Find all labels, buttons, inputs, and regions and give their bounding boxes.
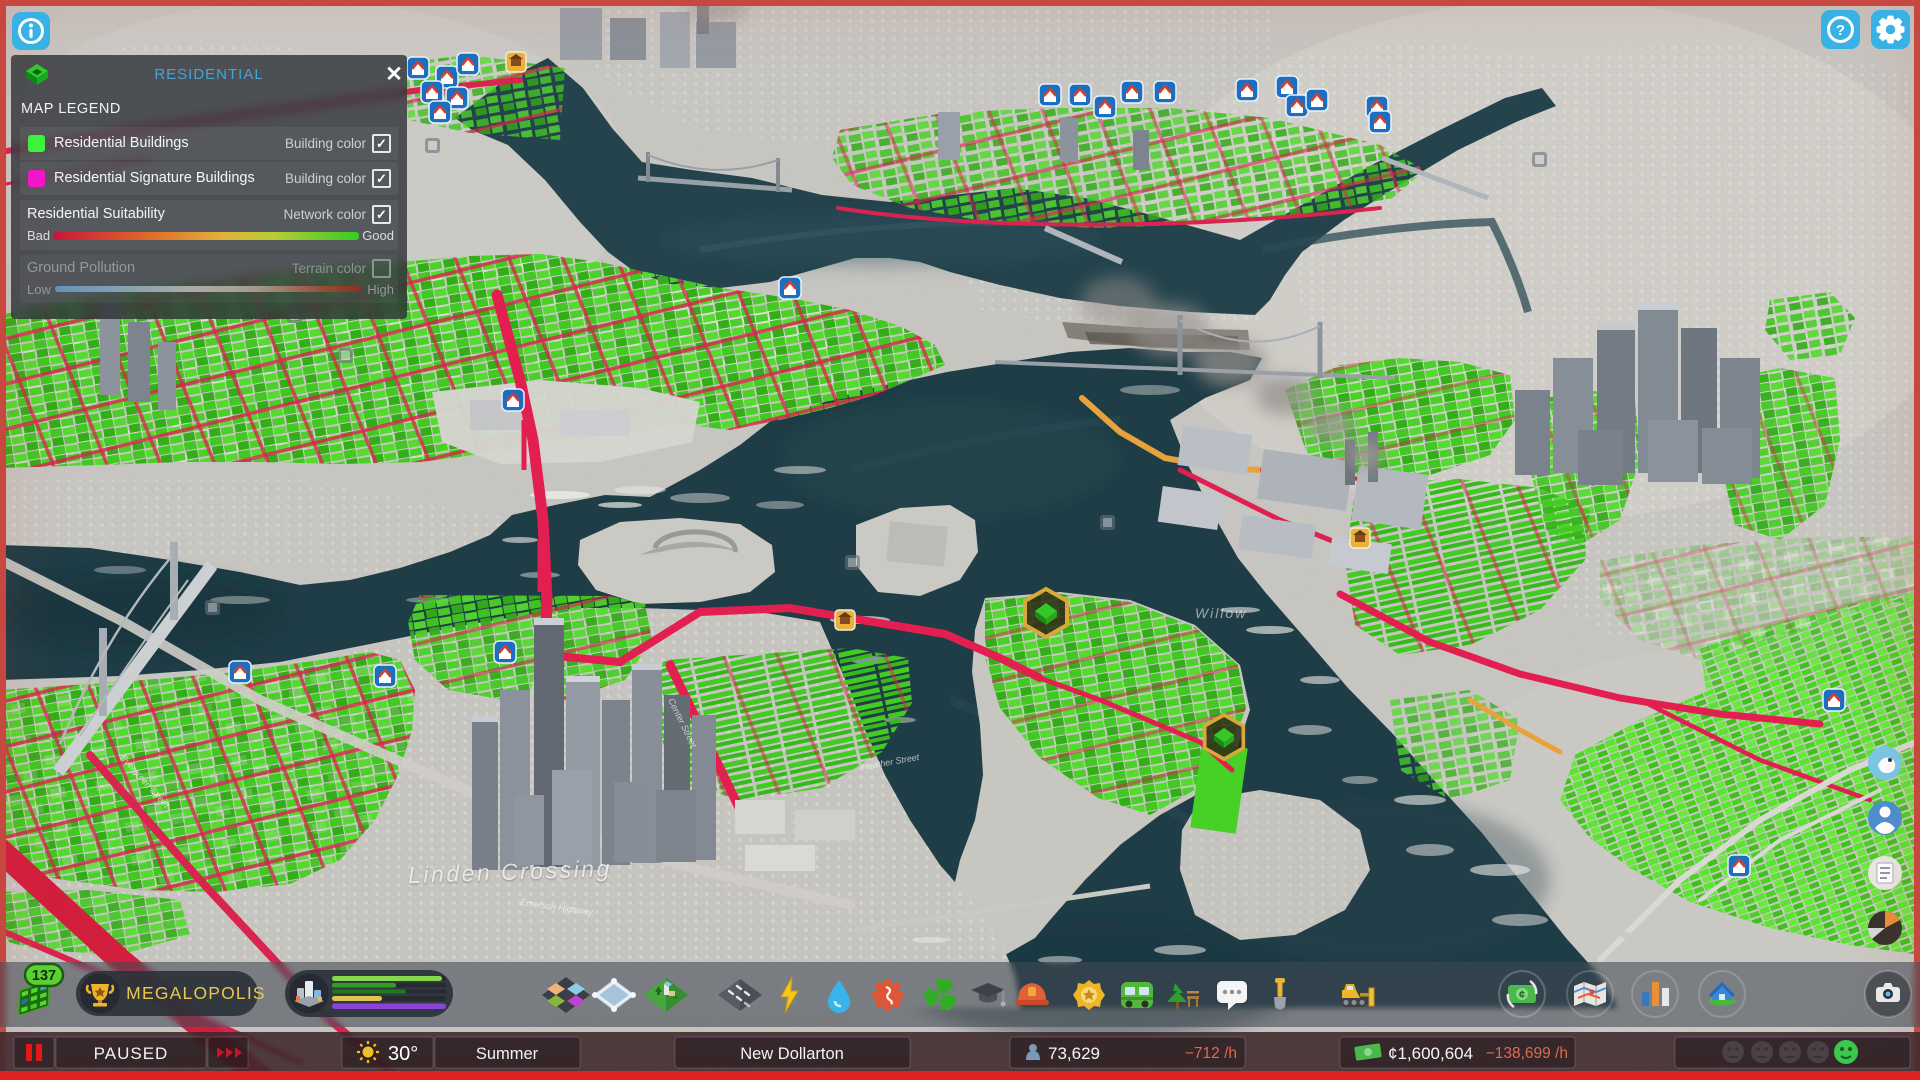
svg-text:Summer: Summer (476, 1045, 539, 1063)
svg-text:30°: 30° (388, 1043, 418, 1065)
svg-text:Willow: Willow (1195, 605, 1247, 621)
svg-text:−712 /h: −712 /h (1185, 1045, 1237, 1062)
svg-text:MEGALOPOLIS: MEGALOPOLIS (126, 983, 266, 1003)
svg-text:?: ? (1836, 22, 1845, 39)
svg-text:73,629: 73,629 (1048, 1044, 1100, 1063)
svg-text:New Dollarton: New Dollarton (740, 1045, 844, 1063)
svg-text:PAUSED: PAUSED (94, 1044, 169, 1063)
svg-text:¢1,600,604: ¢1,600,604 (1388, 1044, 1473, 1063)
svg-text:−138,699 /h: −138,699 /h (1486, 1045, 1568, 1062)
svg-text:137: 137 (32, 968, 56, 984)
svg-text:¢: ¢ (1519, 989, 1525, 1001)
